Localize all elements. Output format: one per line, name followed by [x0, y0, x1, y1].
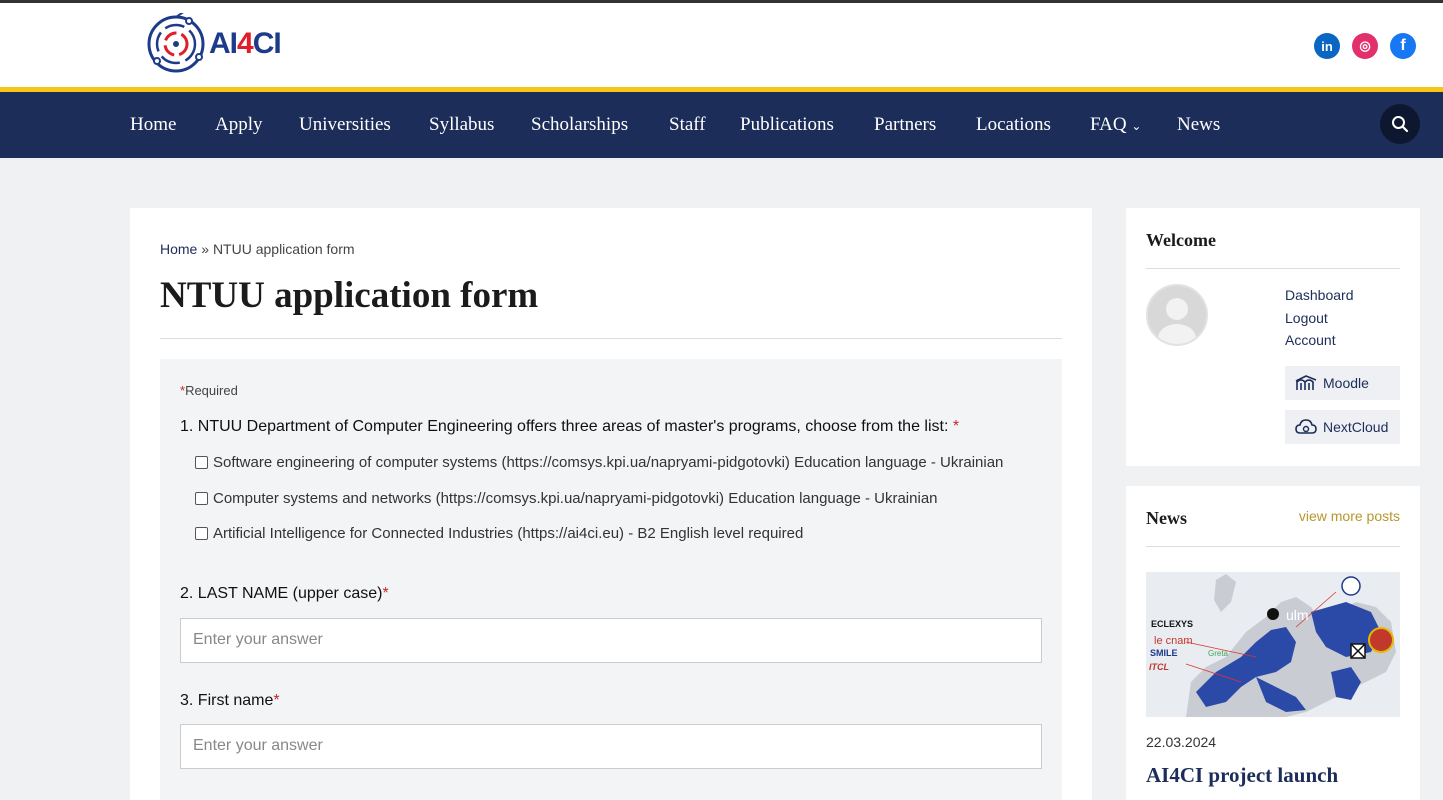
breadcrumb-current: NTUU application form: [212, 241, 355, 257]
breadcrumb-home-link[interactable]: Home: [160, 241, 197, 257]
welcome-widget: Welcome Dashboard Logout Account Moodle …: [1126, 208, 1420, 466]
nextcloud-button[interactable]: NextCloud: [1285, 410, 1400, 444]
nav-home[interactable]: Home: [130, 114, 176, 136]
main-navigation: Home Apply Universities Syllabus Scholar…: [0, 92, 1443, 158]
instagram-icon[interactable]: ◎: [1352, 33, 1378, 59]
account-link[interactable]: Account: [1285, 332, 1336, 348]
breadcrumb: Home » NTUU application form: [160, 241, 355, 257]
first-name-input[interactable]: Enter your answer: [180, 724, 1042, 769]
question-1: 1. NTUU Department of Computer Engineeri…: [180, 418, 960, 435]
map-label: ITCL: [1149, 662, 1169, 672]
map-label: ulm: [1286, 607, 1309, 623]
option-software-engineering[interactable]: Software engineering of computer systems…: [195, 454, 1003, 471]
news-date: 22.03.2024: [1146, 734, 1217, 750]
view-more-posts-link[interactable]: view more posts: [1299, 508, 1400, 524]
avatar[interactable]: [1146, 284, 1208, 346]
moodle-icon: [1295, 375, 1317, 391]
checkbox[interactable]: [195, 492, 208, 505]
map-label: ECLEXYS: [1151, 619, 1193, 629]
option-ai-connected-industries[interactable]: Artificial Intelligence for Connected In…: [195, 525, 803, 542]
moodle-button[interactable]: Moodle: [1285, 366, 1400, 400]
news-map-image[interactable]: ECLEXYS le cnam SMILE ulm Greta ITCL: [1146, 572, 1400, 717]
news-widget-title: News: [1146, 508, 1187, 528]
required-note: *Required: [180, 383, 238, 398]
search-button[interactable]: [1380, 104, 1420, 144]
cloud-icon: [1295, 418, 1317, 436]
main-content: Home » NTUU application form NTUU applic…: [130, 208, 1092, 800]
nav-scholarships[interactable]: Scholarships: [531, 114, 628, 136]
nav-apply[interactable]: Apply: [215, 114, 263, 136]
news-divider: [1146, 546, 1400, 547]
nav-universities[interactable]: Universities: [299, 114, 391, 136]
option-label: Artificial Intelligence for Connected In…: [213, 525, 804, 542]
nav-locations[interactable]: Locations: [976, 114, 1051, 136]
chevron-down-icon: ⌄: [1131, 119, 1142, 133]
checkbox[interactable]: [195, 456, 208, 469]
map-label: Greta: [1208, 649, 1229, 658]
site-header: AI4CI in ◎ f: [0, 3, 1443, 87]
user-placeholder-icon: [1148, 286, 1206, 344]
search-icon: [1392, 116, 1409, 133]
logo-wordmark: AI4CI: [209, 27, 282, 60]
map-label: SMILE: [1150, 648, 1178, 658]
last-name-input[interactable]: Enter your answer: [180, 618, 1042, 663]
welcome-title: Welcome: [1146, 230, 1216, 250]
map-label: le cnam: [1154, 635, 1193, 647]
news-widget: News view more posts ECLEXYS le cnam SMI…: [1126, 486, 1420, 800]
option-computer-systems[interactable]: Computer systems and networks (https://c…: [195, 490, 938, 507]
title-divider: [160, 338, 1062, 339]
dashboard-link[interactable]: Dashboard: [1285, 287, 1354, 303]
nav-partners[interactable]: Partners: [874, 114, 936, 136]
moodle-label: Moodle: [1323, 375, 1369, 391]
news-headline-link[interactable]: AI4CI project launch: [1146, 763, 1338, 788]
nav-faq[interactable]: FAQ ⌄: [1090, 114, 1141, 136]
option-label: Software engineering of computer systems…: [213, 454, 1004, 471]
site-logo[interactable]: AI4CI: [145, 13, 282, 75]
nav-staff[interactable]: Staff: [669, 114, 706, 136]
logo-circuit-icon: [147, 13, 205, 73]
nav-syllabus[interactable]: Syllabus: [429, 114, 494, 136]
option-label: Computer systems and networks (https://c…: [213, 490, 938, 507]
question-3: 3. First name*: [180, 692, 280, 709]
nav-faq-label: FAQ: [1090, 114, 1127, 135]
linkedin-icon[interactable]: in: [1314, 33, 1340, 59]
logout-link[interactable]: Logout: [1285, 310, 1328, 326]
nav-publications[interactable]: Publications: [740, 114, 834, 136]
checkbox[interactable]: [195, 527, 208, 540]
welcome-divider: [1146, 268, 1400, 269]
question-2: 2. LAST NAME (upper case)*: [180, 585, 389, 602]
europe-map-graphic: ECLEXYS le cnam SMILE ulm Greta ITCL: [1146, 572, 1400, 717]
page-title: NTUU application form: [160, 275, 539, 316]
nextcloud-label: NextCloud: [1323, 419, 1389, 435]
facebook-icon[interactable]: f: [1390, 33, 1416, 59]
breadcrumb-separator: »: [197, 241, 213, 257]
nav-news[interactable]: News: [1177, 114, 1220, 136]
application-form: *Required 1. NTUU Department of Computer…: [160, 359, 1062, 800]
